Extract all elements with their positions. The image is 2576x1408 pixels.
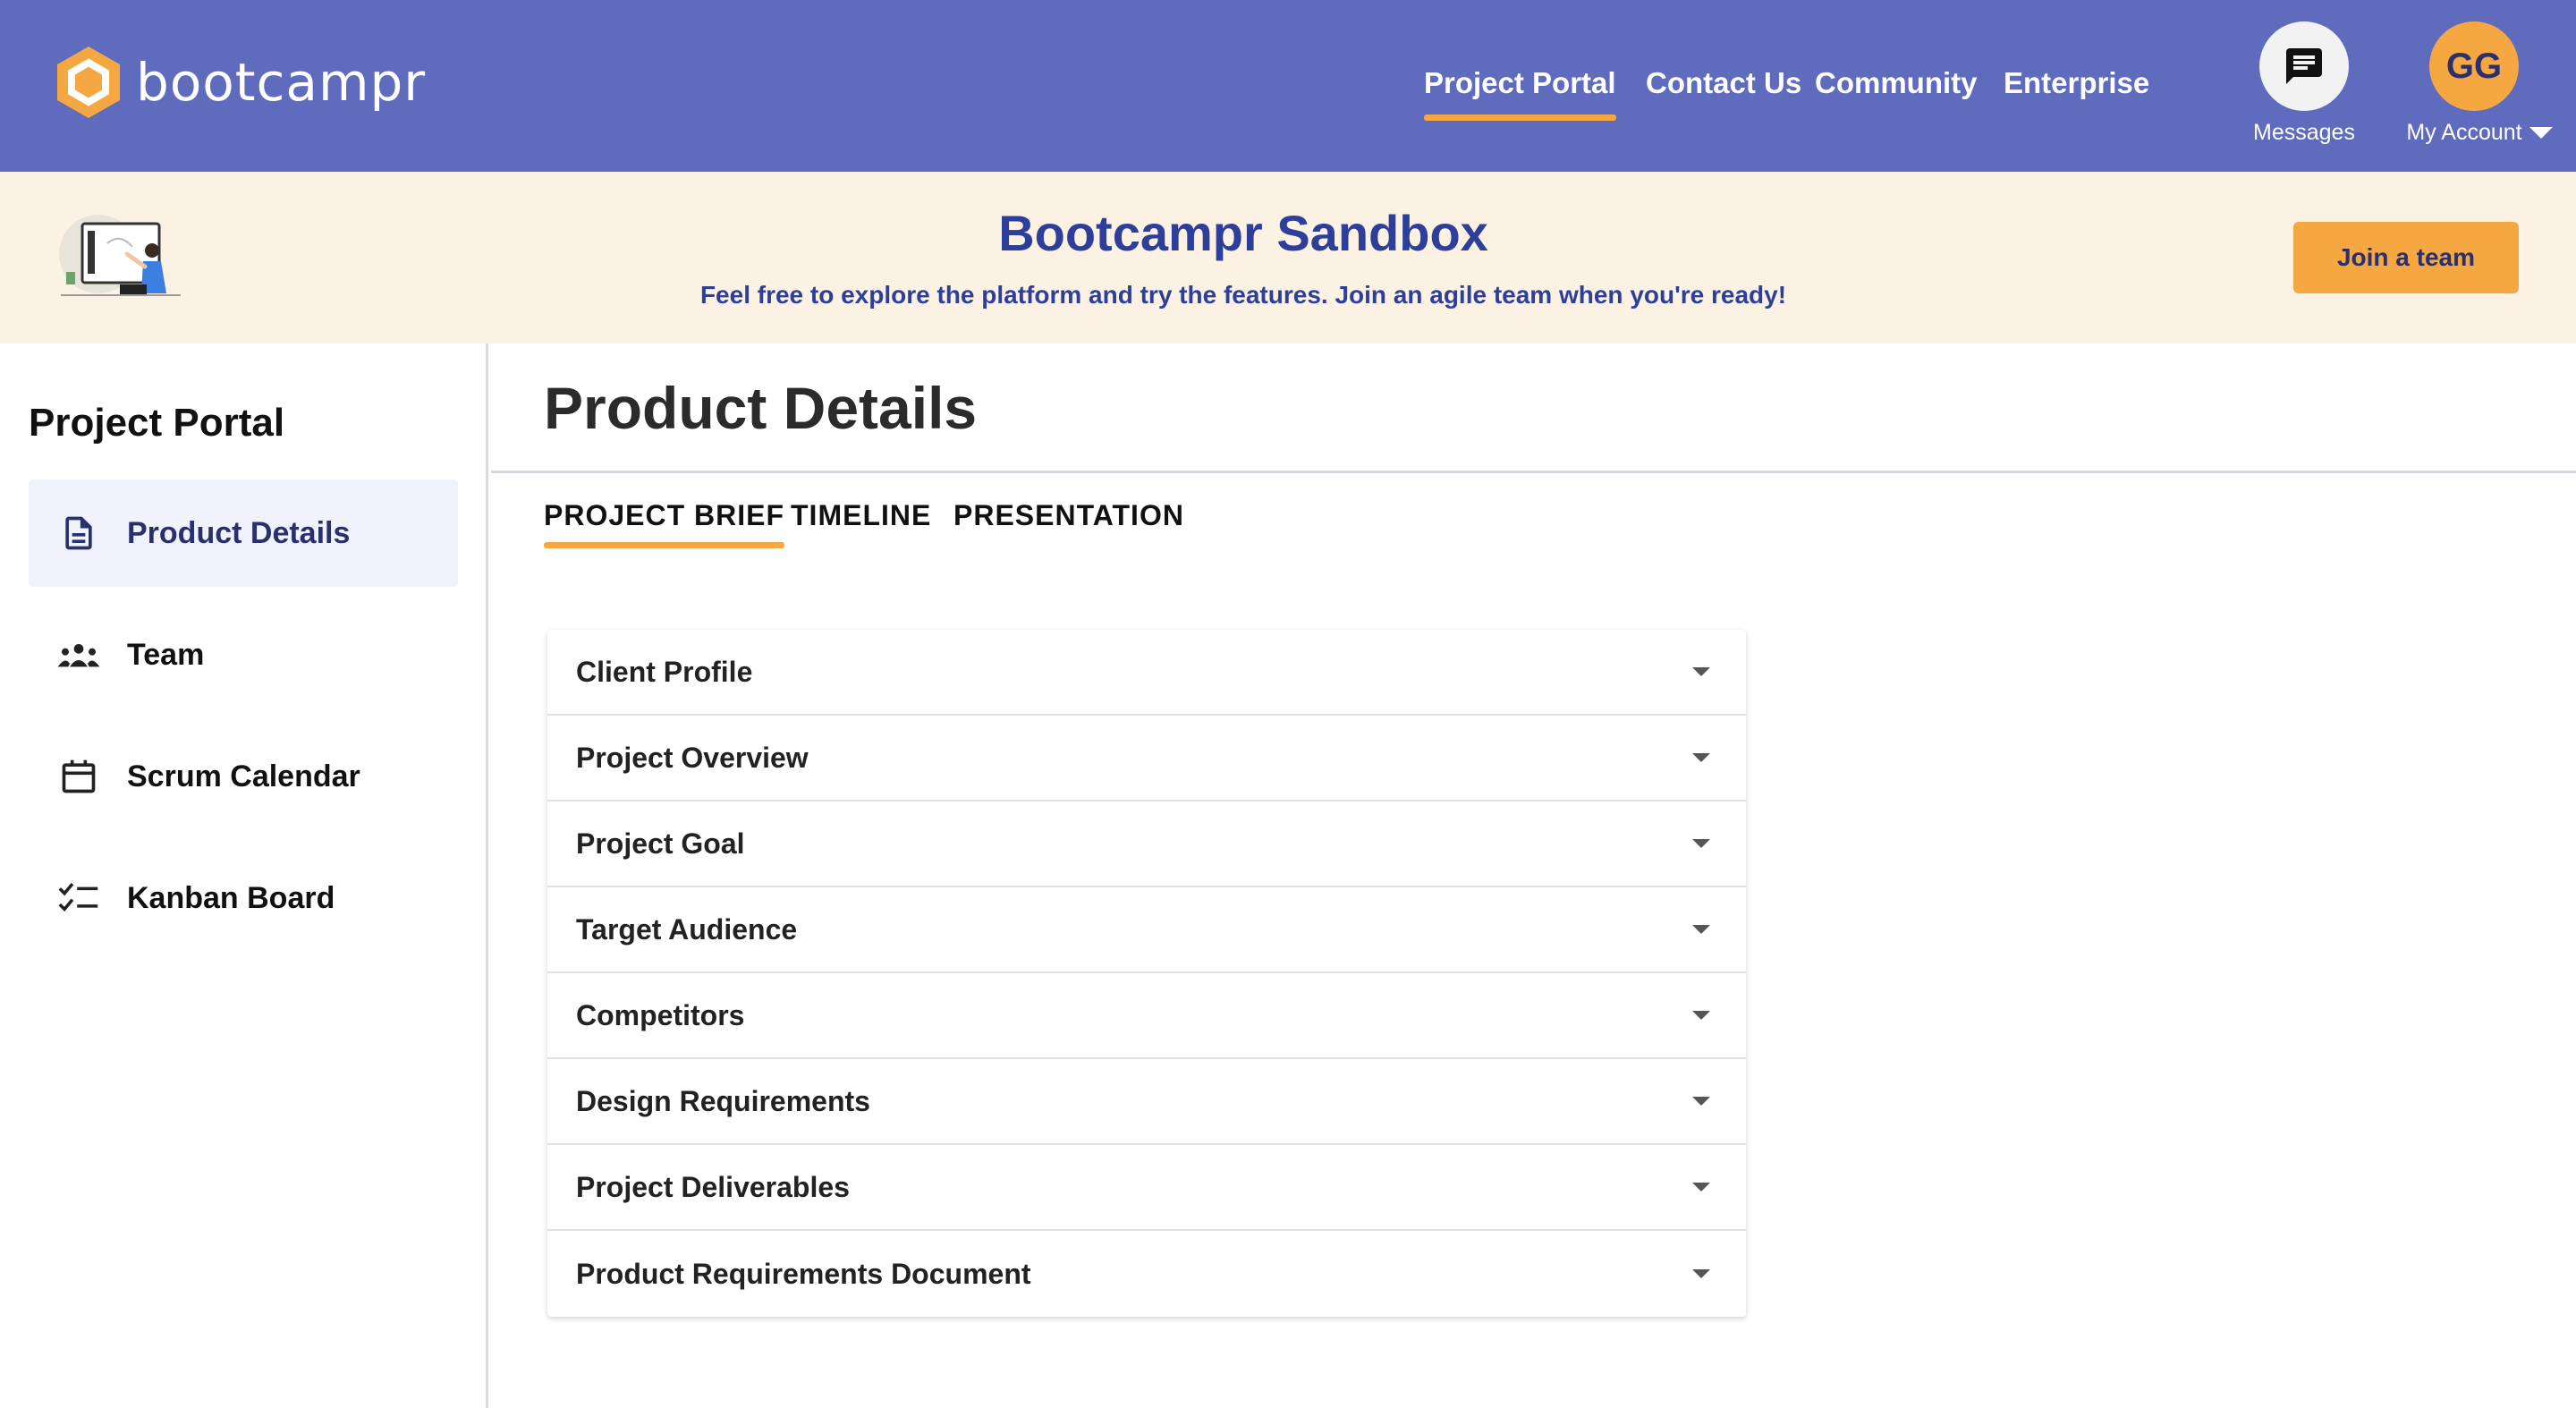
bootcampr-logo[interactable]: bootcampr <box>55 45 426 120</box>
tab-timeline[interactable]: TIMELINE <box>791 499 931 532</box>
chevron-down-icon <box>1692 1097 1710 1106</box>
chevron-down-icon <box>1692 925 1710 934</box>
nav-project-portal[interactable]: Project Portal <box>1424 66 1616 121</box>
chevron-down-icon <box>2529 127 2553 139</box>
chat-icon <box>2286 48 2322 84</box>
tab-project-brief[interactable]: PROJECT BRIEF <box>544 499 785 548</box>
accordion-label: Target Audience <box>576 912 798 946</box>
accordion-label: Project Goal <box>576 827 745 860</box>
accordion-label: Product Requirements Document <box>576 1257 1031 1290</box>
team-icon <box>55 632 102 678</box>
chevron-down-icon <box>1692 667 1710 676</box>
join-team-button[interactable]: Join a team <box>2293 222 2519 293</box>
avatar[interactable]: GG <box>2429 21 2519 111</box>
messages-icon-circle[interactable] <box>2259 21 2349 111</box>
account-label-text: My Account <box>2406 120 2522 145</box>
sidebar-item-label: Product Details <box>127 515 351 550</box>
nav-enterprise[interactable]: Enterprise <box>2004 66 2149 100</box>
accordion-design-requirements[interactable]: Design Requirements <box>547 1059 1746 1145</box>
my-account-label[interactable]: My Account <box>2390 120 2569 146</box>
brand-name: bootcampr <box>136 52 427 113</box>
accordion-label: Client Profile <box>576 655 753 688</box>
title-divider <box>491 471 2576 473</box>
nav-community[interactable]: Community <box>1815 66 1978 100</box>
accordion-project-goal[interactable]: Project Goal <box>547 802 1746 887</box>
accordion-client-profile[interactable]: Client Profile <box>547 630 1746 716</box>
sidebar-item-scrum-calendar[interactable]: Scrum Calendar <box>29 723 458 830</box>
sidebar-item-team[interactable]: Team <box>29 601 458 708</box>
sidebar-item-label: Kanban Board <box>127 880 335 915</box>
accordion-target-audience[interactable]: Target Audience <box>547 887 1746 973</box>
sidebar-item-label: Team <box>127 637 205 672</box>
accordion-product-requirements-document[interactable]: Product Requirements Document <box>547 1231 1746 1317</box>
tab-presentation[interactable]: PRESENTATION <box>953 499 1184 532</box>
accordion-label: Project Overview <box>576 741 809 774</box>
checklist-icon <box>55 875 102 921</box>
banner-title: Bootcampr Sandbox <box>998 205 1488 261</box>
top-navbar: bootcampr Project Portal Contact Us Comm… <box>0 0 2576 172</box>
chevron-down-icon <box>1692 839 1710 848</box>
project-brief-accordion: Client Profile Project Overview Project … <box>547 630 1746 1317</box>
sandbox-banner: Bootcampr Sandbox Feel free to explore t… <box>0 172 2576 344</box>
banner-subtitle: Feel free to explore the platform and tr… <box>699 281 1787 309</box>
accordion-project-deliverables[interactable]: Project Deliverables <box>547 1145 1746 1231</box>
hexagon-logo-icon <box>57 47 120 118</box>
accordion-label: Competitors <box>576 998 745 1031</box>
accordion-label: Design Requirements <box>576 1084 870 1117</box>
accordion-label: Project Deliverables <box>576 1170 850 1203</box>
messages-button[interactable]: Messages <box>2250 21 2358 146</box>
document-icon <box>55 510 102 556</box>
sidebar-item-kanban-board[interactable]: Kanban Board <box>29 844 458 952</box>
accordion-competitors[interactable]: Competitors <box>547 973 1746 1059</box>
calendar-icon <box>55 753 102 800</box>
chevron-down-icon <box>1692 1183 1710 1192</box>
chevron-down-icon <box>1692 1269 1710 1278</box>
chevron-down-icon <box>1692 1011 1710 1020</box>
sidebar-item-label: Scrum Calendar <box>127 759 360 793</box>
page-title: Product Details <box>544 375 978 441</box>
nav-contact-us[interactable]: Contact Us <box>1646 66 1801 100</box>
sidebar: Project Portal Product Details Team Scru… <box>0 344 488 1408</box>
chevron-down-icon <box>1692 753 1710 762</box>
my-account-menu[interactable]: GG My Account <box>2390 21 2569 146</box>
accordion-project-overview[interactable]: Project Overview <box>547 716 1746 802</box>
sidebar-item-product-details[interactable]: Product Details <box>29 479 458 587</box>
messages-label: Messages <box>2253 120 2355 145</box>
sidebar-title: Project Portal <box>29 401 285 445</box>
